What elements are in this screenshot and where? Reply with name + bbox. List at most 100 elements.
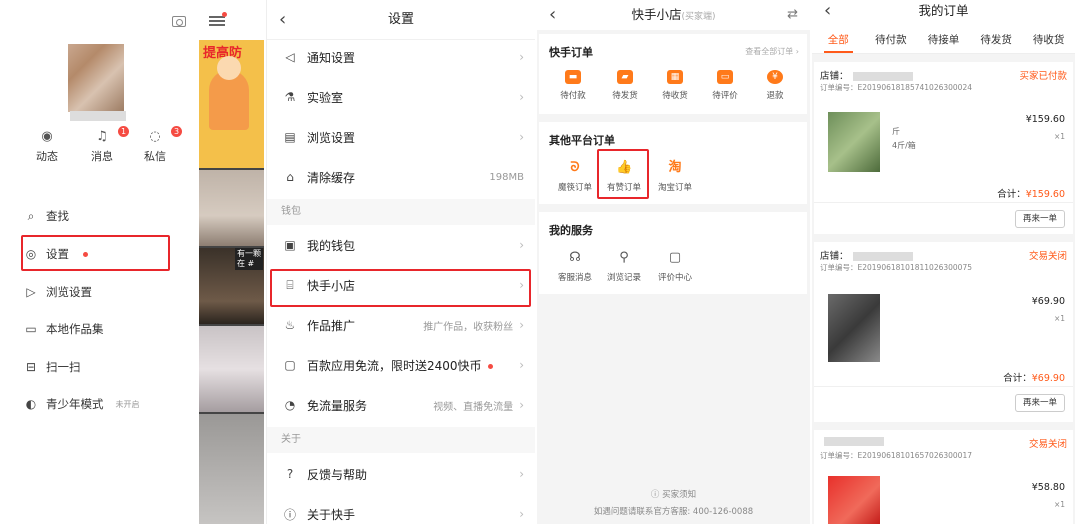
orders-header: ‹ 我的订单 bbox=[812, 0, 1075, 26]
bell-icon: ♫ 1 bbox=[94, 126, 129, 144]
order-status: 买家已付款 bbox=[1019, 71, 1067, 82]
settings-row-promotion[interactable]: ♨ 作品推广 推广作品，收获粉丝 › bbox=[267, 305, 535, 345]
browse-icon: ▤ bbox=[284, 130, 296, 144]
feed-tile[interactable] bbox=[199, 170, 264, 246]
settings-row-my-wallet[interactable]: ▣ 我的钱包 › bbox=[267, 225, 535, 265]
order-number: 订单编号：E201906181018110263000​75 bbox=[820, 263, 972, 272]
chevron-right-icon: › bbox=[519, 238, 524, 252]
service-review-center[interactable]: ▢ 评价中心 bbox=[651, 250, 699, 283]
search-icon: ⌕ bbox=[27, 209, 35, 223]
reorder-button[interactable]: 再来一单 bbox=[1015, 394, 1065, 412]
teen-mode-status: 未开启 bbox=[115, 399, 140, 409]
page-title: 快手小店 bbox=[631, 7, 682, 22]
folder-icon: ▭ bbox=[25, 322, 37, 336]
order-number: 订单编号：E2019061818574102630002​4 bbox=[820, 83, 972, 92]
broom-icon: ⌂ bbox=[286, 170, 294, 184]
chevron-right-icon: › bbox=[519, 318, 524, 332]
view-all-orders-link[interactable]: 查看全部订单 › bbox=[745, 46, 799, 57]
sidebar-item-search[interactable]: ⌕ 查找 bbox=[24, 208, 69, 224]
settings-row-free-data[interactable]: ◔ 免流量服务 视频、直播免流量 › bbox=[267, 385, 535, 425]
back-icon[interactable]: ‹ bbox=[549, 0, 556, 30]
coin-card-icon: ▢ bbox=[284, 358, 296, 372]
buyer-notice-link[interactable]: ⓘ 买家须知 bbox=[537, 488, 810, 500]
chevron-right-icon: › bbox=[519, 467, 524, 481]
eye-icon: ◉ bbox=[41, 129, 53, 144]
flame-icon: ♨ bbox=[284, 318, 296, 332]
youzan-highlight-box bbox=[597, 149, 649, 199]
feed-tile[interactable] bbox=[199, 414, 264, 524]
product-image[interactable] bbox=[828, 294, 880, 362]
comment-icon: ▭ bbox=[717, 70, 733, 84]
chevron-right-icon: › bbox=[519, 358, 524, 372]
mokuai-orders[interactable]: ᘐ 魔筷订单 bbox=[551, 160, 599, 193]
settings-row-lab[interactable]: ⚗ 实验室 › bbox=[267, 77, 535, 117]
product-image[interactable] bbox=[828, 476, 880, 524]
settings-row-browse[interactable]: ▤ 浏览设置 › bbox=[267, 117, 535, 157]
service-customer-messages[interactable]: ☊ 客服消息 bbox=[551, 250, 599, 283]
section-wallet: 钱包 bbox=[267, 199, 535, 225]
settings-header: ‹ 设置 bbox=[267, 0, 535, 40]
reorder-button[interactable]: 再来一单 bbox=[1015, 210, 1065, 228]
camera-icon[interactable] bbox=[172, 16, 186, 27]
settings-row-feedback[interactable]: ? 反馈与帮助 › bbox=[267, 454, 535, 494]
settings-panel: ‹ 设置 ◁ 通知设置 › ⚗ 实验室 › ▤ 浏览设置 › ⌂ 清除缓存 198MB 钱包 ▣… bbox=[266, 0, 535, 524]
feed-tile[interactable]: 有一颗 在 # bbox=[199, 248, 264, 324]
settings-row-free-apps[interactable]: ▢ 百款应用免流，限时送2400快币 › bbox=[267, 345, 535, 385]
shop-name: 店铺： bbox=[820, 248, 913, 262]
feed-tile[interactable]: 提高防 bbox=[199, 40, 264, 168]
review-icon: ▢ bbox=[668, 250, 682, 265]
order-pending-receipt[interactable]: ▦ 待收货 bbox=[651, 70, 699, 101]
sidebar-item-browse-settings[interactable]: ▷ 浏览设置 bbox=[24, 284, 92, 300]
flask-icon: ⚗ bbox=[284, 90, 296, 104]
quick-action-messages[interactable]: ♫ 1 消息 bbox=[80, 126, 129, 164]
order-card[interactable]: 店铺： 交易关闭 订单编号：E201906181018110263000​75 … bbox=[814, 242, 1073, 422]
tab-pending-shipment[interactable]: 待发货 bbox=[970, 26, 1023, 53]
username-blurred bbox=[70, 111, 126, 121]
wallet-icon: ▬ bbox=[565, 70, 581, 84]
shop-panel: ‹ 快手小店(买家端) ⇄ 快手订单 查看全部订单 › ▬ 待付款 ▰ 待发货 ▦ 待… bbox=[537, 0, 810, 524]
order-tabs: 全部 待付款 待接单 待发货 待收货 bbox=[812, 26, 1075, 54]
feed-tile[interactable] bbox=[199, 326, 264, 412]
order-pending-shipment[interactable]: ▰ 待发货 bbox=[601, 70, 649, 101]
data-icon: ◔ bbox=[284, 398, 296, 412]
sidebar-item-scan[interactable]: ⊟ 扫一扫 bbox=[24, 359, 81, 375]
tab-pending-receipt[interactable]: 待收货 bbox=[1022, 26, 1075, 53]
order-refund[interactable]: ¥ 退款 bbox=[751, 70, 799, 101]
avatar[interactable] bbox=[68, 44, 124, 112]
illustration-figure bbox=[209, 56, 249, 130]
order-card[interactable]: 店铺： 买家已付款 订单编号：E2019061818574102630002​4… bbox=[814, 62, 1073, 234]
back-icon[interactable]: ‹ bbox=[824, 0, 831, 22]
chevron-right-icon: › bbox=[519, 130, 524, 144]
order-card[interactable]: 交易关闭 订单编号：E201906181016570263000​17 ¥58.… bbox=[814, 430, 1073, 524]
sidebar-item-teen-mode[interactable]: ◐ 青少年模式 未开启 bbox=[24, 396, 140, 412]
order-status: 交易关闭 bbox=[1028, 251, 1067, 262]
feed-header bbox=[199, 0, 264, 40]
switch-icon[interactable]: ⇄ bbox=[787, 0, 798, 30]
settings-row-clear-cache[interactable]: ⌂ 清除缓存 198MB bbox=[267, 157, 535, 197]
my-services-card: 我的服务 ☊ 客服消息 ⚲ 浏览记录 ▢ 评价中心 bbox=[539, 212, 807, 294]
shop-header: ‹ 快手小店(买家端) ⇄ bbox=[537, 0, 810, 30]
info-icon: ⓘ bbox=[650, 490, 660, 500]
quick-action-moments[interactable]: ◉ 动态 bbox=[25, 130, 69, 164]
item-quantity: ×1 bbox=[1053, 132, 1065, 141]
product-image[interactable] bbox=[828, 112, 880, 172]
dm-badge: 3 bbox=[171, 126, 182, 137]
tab-all[interactable]: 全部 bbox=[812, 26, 865, 53]
quick-action-direct-messages[interactable]: ◌ 3 私信 bbox=[133, 126, 182, 164]
headset-icon: ☊ bbox=[569, 250, 581, 265]
chevron-right-icon: › bbox=[519, 398, 524, 412]
page-subtitle: (买家端) bbox=[681, 12, 716, 22]
tab-pending-payment[interactable]: 待付款 bbox=[865, 26, 918, 53]
order-pending-payment[interactable]: ▬ 待付款 bbox=[549, 70, 597, 101]
sidebar-item-local-works[interactable]: ▭ 本地作品集 bbox=[24, 321, 103, 337]
settings-row-about[interactable]: ⓘ 关于快手 › bbox=[267, 494, 535, 524]
settings-row-notifications[interactable]: ◁ 通知设置 › bbox=[267, 37, 535, 77]
hamburger-icon[interactable] bbox=[209, 16, 225, 26]
service-browse-history[interactable]: ⚲ 浏览记录 bbox=[600, 250, 648, 283]
tab-pending-acceptance[interactable]: 待接单 bbox=[917, 26, 970, 53]
taobao-orders[interactable]: 淘淘宝订单 bbox=[651, 160, 699, 193]
footprint-icon: ⚲ bbox=[619, 250, 629, 265]
back-icon[interactable]: ‹ bbox=[279, 0, 286, 40]
order-pending-review[interactable]: ▭ 待评价 bbox=[701, 70, 749, 101]
sidebar-panel: ◉ 动态 ♫ 1 消息 ◌ 3 私信 ⌕ 查找 ◎ 设置 ▷ 浏览设置 ▭ 本地作品… bbox=[0, 0, 198, 524]
